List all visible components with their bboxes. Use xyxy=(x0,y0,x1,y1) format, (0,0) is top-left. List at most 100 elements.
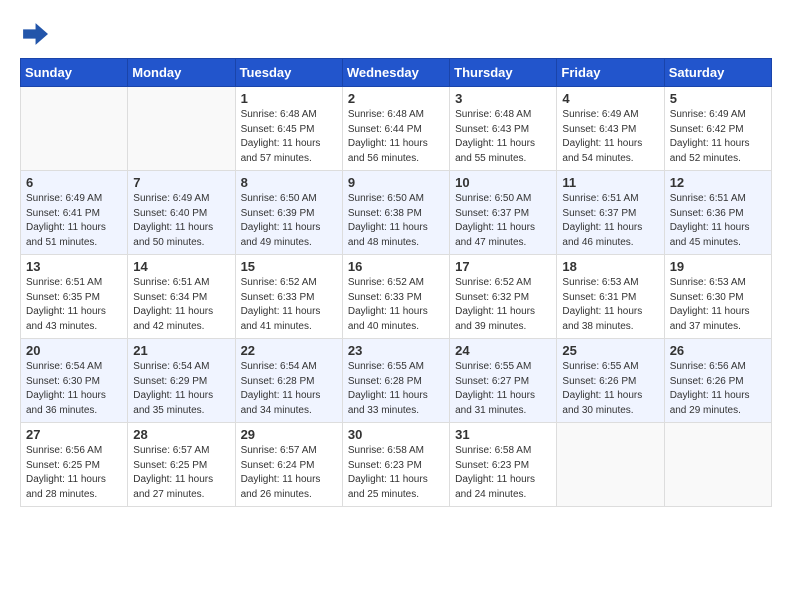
day-number: 17 xyxy=(455,259,551,274)
day-info: Sunrise: 6:51 AM Sunset: 6:35 PM Dayligh… xyxy=(26,276,122,334)
day-number: 8 xyxy=(241,175,337,190)
day-number: 15 xyxy=(241,259,337,274)
calendar-cell: 22 Sunrise: 6:54 AM Sunset: 6:28 PM Dayli… xyxy=(235,339,342,423)
calendar-cell: 27 Sunrise: 6:56 AM Sunset: 6:25 PM Dayli… xyxy=(21,423,128,507)
calendar-cell xyxy=(128,87,235,171)
day-number: 21 xyxy=(133,343,229,358)
calendar-week-row: 20 Sunrise: 6:54 AM Sunset: 6:30 PM Dayli… xyxy=(21,339,772,423)
day-number: 28 xyxy=(133,427,229,442)
day-info: Sunrise: 6:51 AM Sunset: 6:37 PM Dayligh… xyxy=(562,192,658,250)
day-number: 18 xyxy=(562,259,658,274)
day-number: 30 xyxy=(348,427,444,442)
calendar-cell: 5 Sunrise: 6:49 AM Sunset: 6:42 PM Daylig… xyxy=(664,87,771,171)
calendar-cell xyxy=(21,87,128,171)
calendar-container: SundayMondayTuesdayWednesdayThursdayFrid… xyxy=(0,0,792,612)
calendar-cell xyxy=(557,423,664,507)
calendar-cell: 21 Sunrise: 6:54 AM Sunset: 6:29 PM Dayli… xyxy=(128,339,235,423)
weekday-header-saturday: Saturday xyxy=(664,59,771,87)
calendar-week-row: 27 Sunrise: 6:56 AM Sunset: 6:25 PM Dayli… xyxy=(21,423,772,507)
day-number: 11 xyxy=(562,175,658,190)
day-number: 16 xyxy=(348,259,444,274)
logo xyxy=(20,20,52,48)
calendar-week-row: 1 Sunrise: 6:48 AM Sunset: 6:45 PM Daylig… xyxy=(21,87,772,171)
day-number: 26 xyxy=(670,343,766,358)
calendar-cell: 6Sunrise: 6:49 AM Sunset: 6:41 PM Daylig… xyxy=(21,171,128,255)
calendar-cell: 8 Sunrise: 6:50 AM Sunset: 6:39 PM Daylig… xyxy=(235,171,342,255)
day-info: Sunrise: 6:58 AM Sunset: 6:23 PM Dayligh… xyxy=(455,444,551,502)
day-info: Sunrise: 6:51 AM Sunset: 6:34 PM Dayligh… xyxy=(133,276,229,334)
day-info: Sunrise: 6:54 AM Sunset: 6:30 PM Dayligh… xyxy=(26,360,122,418)
day-number: 10 xyxy=(455,175,551,190)
day-number: 12 xyxy=(670,175,766,190)
weekday-header-tuesday: Tuesday xyxy=(235,59,342,87)
day-number: 29 xyxy=(241,427,337,442)
day-info: Sunrise: 6:49 AM Sunset: 6:42 PM Dayligh… xyxy=(670,108,766,166)
day-info: Sunrise: 6:56 AM Sunset: 6:25 PM Dayligh… xyxy=(26,444,122,502)
day-info: Sunrise: 6:49 AM Sunset: 6:40 PM Dayligh… xyxy=(133,192,229,250)
calendar-cell: 25 Sunrise: 6:55 AM Sunset: 6:26 PM Dayli… xyxy=(557,339,664,423)
calendar-cell: 1 Sunrise: 6:48 AM Sunset: 6:45 PM Daylig… xyxy=(235,87,342,171)
day-number: 1 xyxy=(241,91,337,106)
day-info: Sunrise: 6:49 AM Sunset: 6:41 PM Dayligh… xyxy=(26,192,122,250)
calendar-cell: 28 Sunrise: 6:57 AM Sunset: 6:25 PM Dayli… xyxy=(128,423,235,507)
calendar-cell: 4Sunrise: 6:49 AM Sunset: 6:43 PM Daylig… xyxy=(557,87,664,171)
day-number: 25 xyxy=(562,343,658,358)
day-info: Sunrise: 6:54 AM Sunset: 6:28 PM Dayligh… xyxy=(241,360,337,418)
day-info: Sunrise: 6:57 AM Sunset: 6:25 PM Dayligh… xyxy=(133,444,229,502)
calendar-cell: 3 Sunrise: 6:48 AM Sunset: 6:43 PM Daylig… xyxy=(450,87,557,171)
day-number: 3 xyxy=(455,91,551,106)
weekday-header-thursday: Thursday xyxy=(450,59,557,87)
calendar-cell: 20 Sunrise: 6:54 AM Sunset: 6:30 PM Dayli… xyxy=(21,339,128,423)
calendar-cell: 11 Sunrise: 6:51 AM Sunset: 6:37 PM Dayli… xyxy=(557,171,664,255)
day-info: Sunrise: 6:50 AM Sunset: 6:37 PM Dayligh… xyxy=(455,192,551,250)
calendar-cell: 23Sunrise: 6:55 AM Sunset: 6:28 PM Dayli… xyxy=(342,339,449,423)
calendar-cell: 19Sunrise: 6:53 AM Sunset: 6:30 PM Dayli… xyxy=(664,255,771,339)
day-info: Sunrise: 6:57 AM Sunset: 6:24 PM Dayligh… xyxy=(241,444,337,502)
day-number: 24 xyxy=(455,343,551,358)
calendar-cell: 7 Sunrise: 6:49 AM Sunset: 6:40 PM Daylig… xyxy=(128,171,235,255)
calendar-cell: 12 Sunrise: 6:51 AM Sunset: 6:36 PM Dayli… xyxy=(664,171,771,255)
header xyxy=(20,20,772,48)
day-number: 14 xyxy=(133,259,229,274)
weekday-header-row: SundayMondayTuesdayWednesdayThursdayFrid… xyxy=(21,59,772,87)
calendar-cell: 2 Sunrise: 6:48 AM Sunset: 6:44 PM Daylig… xyxy=(342,87,449,171)
day-info: Sunrise: 6:56 AM Sunset: 6:26 PM Dayligh… xyxy=(670,360,766,418)
day-info: Sunrise: 6:54 AM Sunset: 6:29 PM Dayligh… xyxy=(133,360,229,418)
day-info: Sunrise: 6:52 AM Sunset: 6:32 PM Dayligh… xyxy=(455,276,551,334)
day-info: Sunrise: 6:52 AM Sunset: 6:33 PM Dayligh… xyxy=(348,276,444,334)
day-info: Sunrise: 6:48 AM Sunset: 6:45 PM Dayligh… xyxy=(241,108,337,166)
day-number: 22 xyxy=(241,343,337,358)
calendar-cell: 16 Sunrise: 6:52 AM Sunset: 6:33 PM Dayli… xyxy=(342,255,449,339)
calendar-cell: 14 Sunrise: 6:51 AM Sunset: 6:34 PM Dayli… xyxy=(128,255,235,339)
day-number: 20 xyxy=(26,343,122,358)
day-number: 7 xyxy=(133,175,229,190)
day-number: 5 xyxy=(670,91,766,106)
weekday-header-monday: Monday xyxy=(128,59,235,87)
calendar-cell: 24Sunrise: 6:55 AM Sunset: 6:27 PM Dayli… xyxy=(450,339,557,423)
day-info: Sunrise: 6:55 AM Sunset: 6:26 PM Dayligh… xyxy=(562,360,658,418)
day-info: Sunrise: 6:50 AM Sunset: 6:38 PM Dayligh… xyxy=(348,192,444,250)
day-info: Sunrise: 6:48 AM Sunset: 6:44 PM Dayligh… xyxy=(348,108,444,166)
day-info: Sunrise: 6:51 AM Sunset: 6:36 PM Dayligh… xyxy=(670,192,766,250)
day-number: 27 xyxy=(26,427,122,442)
day-number: 2 xyxy=(348,91,444,106)
calendar-cell: 18 Sunrise: 6:53 AM Sunset: 6:31 PM Dayli… xyxy=(557,255,664,339)
day-info: Sunrise: 6:48 AM Sunset: 6:43 PM Dayligh… xyxy=(455,108,551,166)
day-number: 9 xyxy=(348,175,444,190)
weekday-header-wednesday: Wednesday xyxy=(342,59,449,87)
day-info: Sunrise: 6:53 AM Sunset: 6:31 PM Dayligh… xyxy=(562,276,658,334)
day-number: 31 xyxy=(455,427,551,442)
day-info: Sunrise: 6:55 AM Sunset: 6:28 PM Dayligh… xyxy=(348,360,444,418)
day-info: Sunrise: 6:52 AM Sunset: 6:33 PM Dayligh… xyxy=(241,276,337,334)
calendar-body: 1 Sunrise: 6:48 AM Sunset: 6:45 PM Daylig… xyxy=(21,87,772,507)
calendar-cell: 13Sunrise: 6:51 AM Sunset: 6:35 PM Dayli… xyxy=(21,255,128,339)
calendar-cell: 29 Sunrise: 6:57 AM Sunset: 6:24 PM Dayli… xyxy=(235,423,342,507)
calendar-header: SundayMondayTuesdayWednesdayThursdayFrid… xyxy=(21,59,772,87)
calendar-cell: 30 Sunrise: 6:58 AM Sunset: 6:23 PM Dayli… xyxy=(342,423,449,507)
logo-icon xyxy=(20,20,48,48)
day-info: Sunrise: 6:50 AM Sunset: 6:39 PM Dayligh… xyxy=(241,192,337,250)
day-info: Sunrise: 6:58 AM Sunset: 6:23 PM Dayligh… xyxy=(348,444,444,502)
calendar-cell xyxy=(664,423,771,507)
calendar-cell: 26 Sunrise: 6:56 AM Sunset: 6:26 PM Dayli… xyxy=(664,339,771,423)
day-number: 19 xyxy=(670,259,766,274)
